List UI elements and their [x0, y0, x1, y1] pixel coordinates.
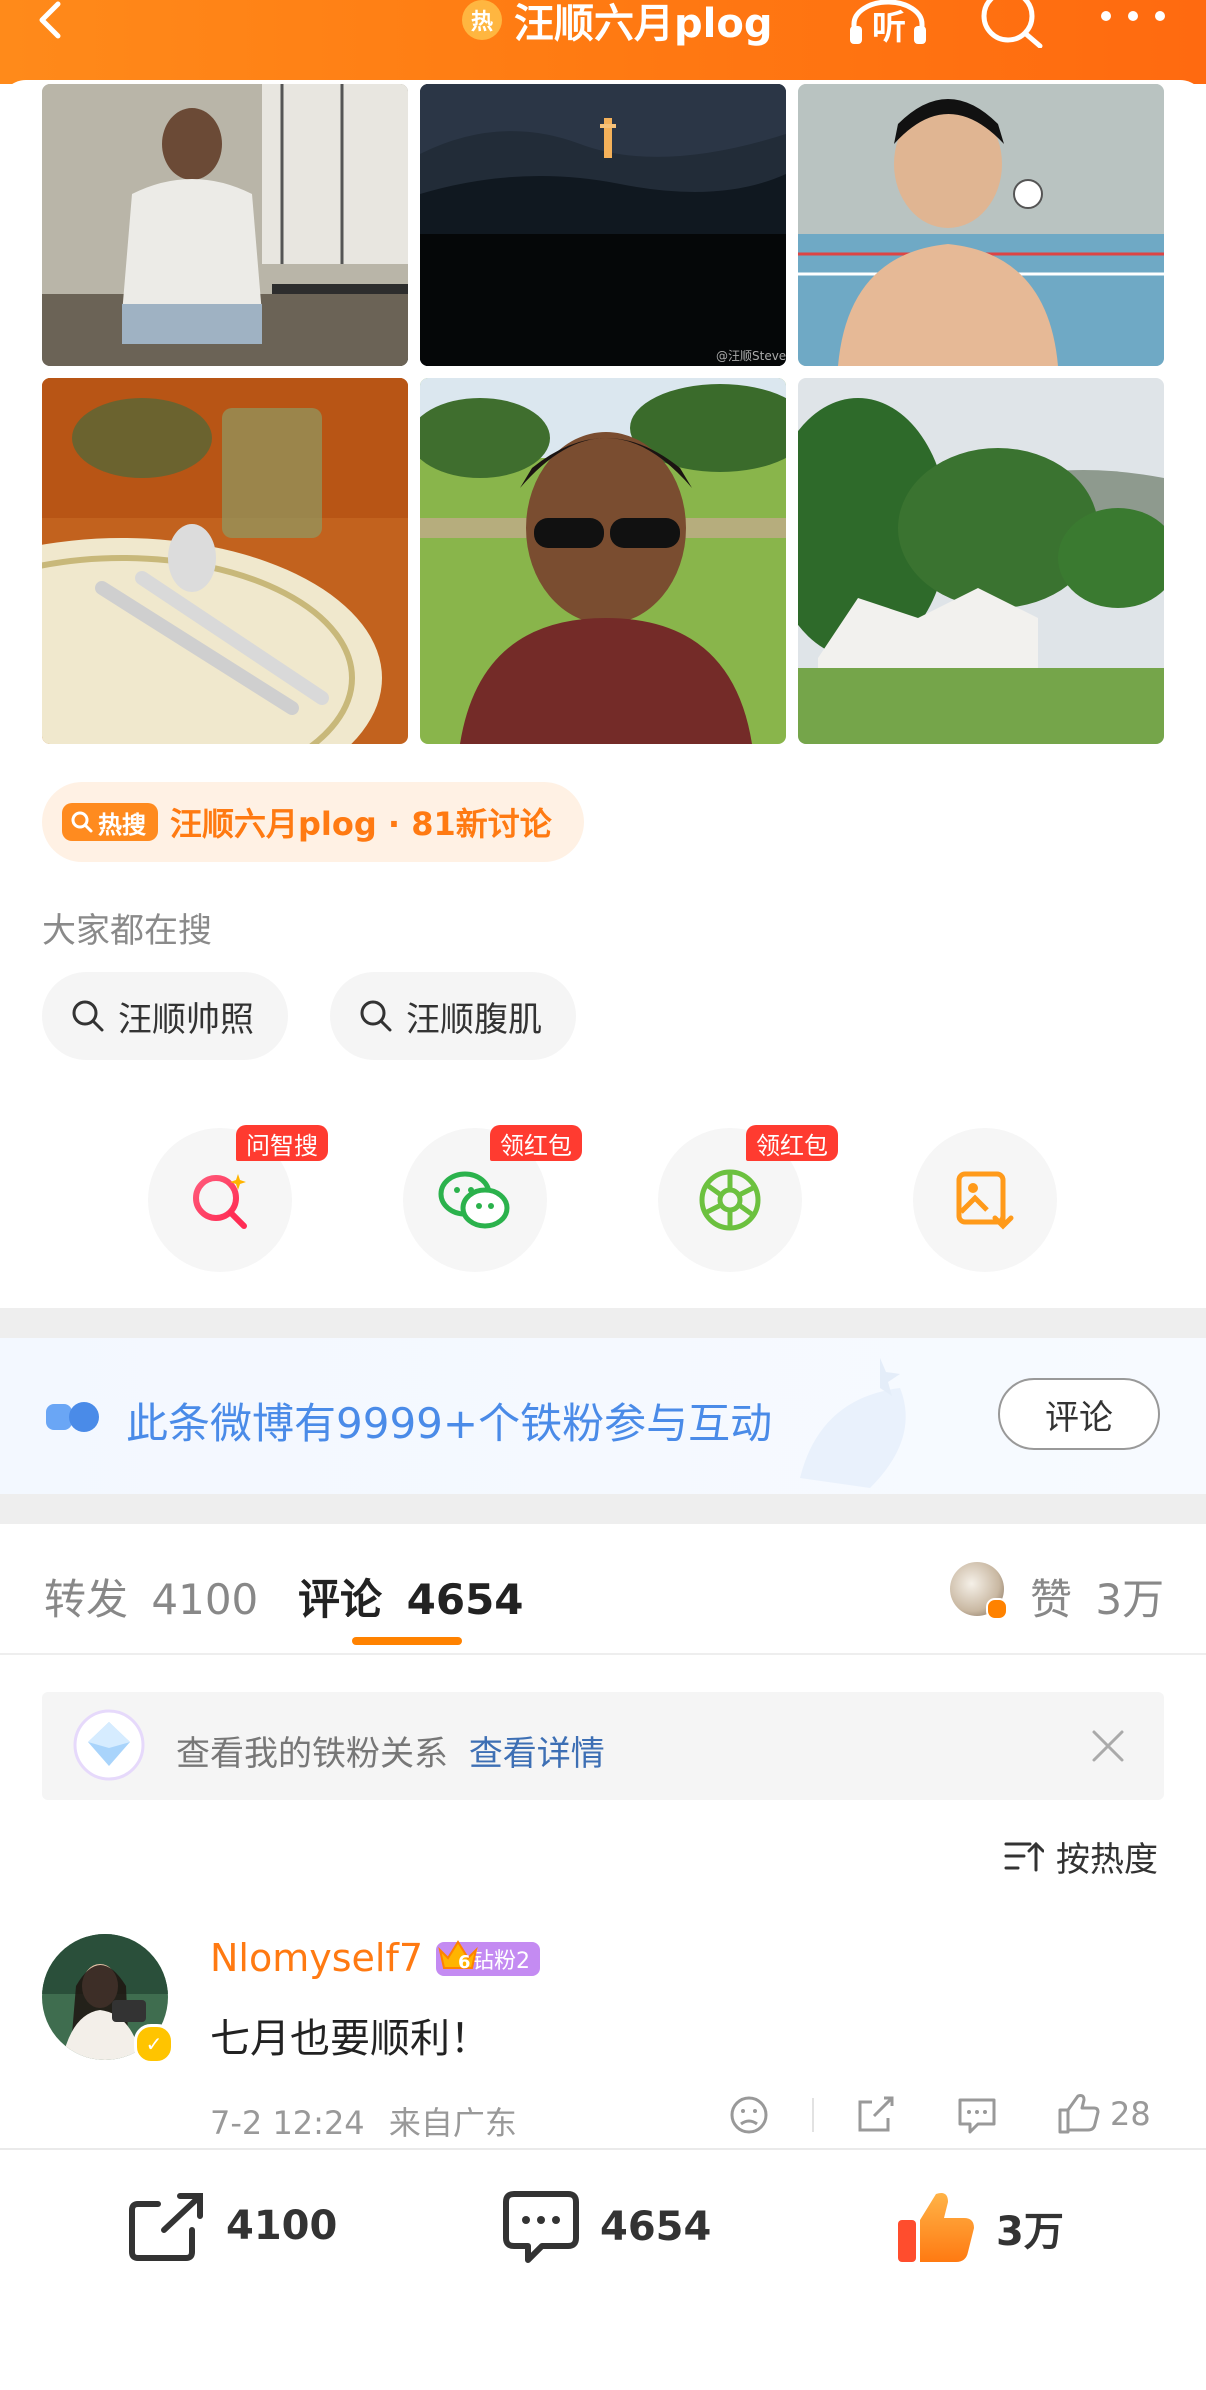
photo-3[interactable] [798, 84, 1164, 366]
ai-search-badge: 问智搜 [236, 1125, 328, 1161]
section-divider [0, 1308, 1206, 1338]
photo-1[interactable] [42, 84, 408, 366]
photo-6[interactable] [798, 378, 1164, 744]
save-image-icon [956, 1171, 1014, 1230]
listen-label: 听 [872, 8, 906, 48]
suggest-chip[interactable]: 汪顺帅照 [42, 972, 288, 1060]
like-button[interactable]: 3万 [896, 2190, 1064, 2266]
moments-share-badge: 领红包 [746, 1125, 838, 1161]
fan-level-badge: 6 钻粉2 [436, 1940, 540, 1978]
top-bar: 热 汪顺六月plog 听 [0, 0, 1206, 84]
more-icon[interactable] [1098, 8, 1168, 28]
banner-decoration [800, 1358, 906, 1488]
thumbs-up-icon [1058, 2094, 1100, 2134]
fan-icon [46, 1400, 102, 1438]
comment-icon [503, 2191, 579, 2263]
tab-like-label: 赞 [1030, 1575, 1073, 1624]
photo-2[interactable]: @汪顺Steve [420, 84, 786, 366]
save-image-button[interactable] [913, 1128, 1057, 1272]
hot-search-text: 汪顺六月plog · 81新讨论 [170, 805, 552, 843]
share-icon[interactable] [854, 2094, 896, 2140]
repost-count: 4100 [226, 2203, 338, 2249]
tab-like-count: 3万 [1095, 1575, 1165, 1624]
like-count: 3万 [996, 2209, 1064, 2255]
comment-meta: 7-2 12:24 来自广东 [210, 2098, 517, 2144]
hot-icon: 热 [462, 0, 502, 40]
dislike-icon[interactable] [728, 2094, 770, 2140]
comment-button[interactable]: 4654 [502, 2190, 711, 2264]
comment-like-button[interactable]: 28 [1056, 2092, 1151, 2136]
crown-level: 6 [458, 1952, 471, 1973]
comment-username[interactable]: Nlomyself7 [210, 1936, 423, 1980]
suggest-chip-label: 汪顺腹肌 [406, 999, 542, 1040]
section-divider [0, 1494, 1206, 1524]
liker-verified-icon [986, 1598, 1008, 1620]
comment-location: 来自广东 [388, 2104, 517, 2142]
back-icon[interactable] [30, 0, 74, 48]
suggest-chip-label: 汪顺帅照 [118, 999, 254, 1040]
tab-repost-count: 4100 [151, 1575, 259, 1624]
listen-button[interactable]: 听 [848, 0, 928, 48]
crown-icon: 6 [436, 1936, 480, 1980]
close-icon[interactable] [1090, 1728, 1126, 1768]
reply-icon[interactable] [956, 2094, 998, 2140]
meta-divider [812, 2098, 814, 2132]
tabs-divider [0, 1653, 1206, 1655]
comment-like-count: 28 [1110, 2095, 1151, 2133]
title-text: 汪顺六月plog [514, 1, 773, 47]
wechat-share-badge: 领红包 [490, 1125, 582, 1161]
page-title: 热 汪顺六月plog [462, 0, 772, 47]
comment-time: 7-2 12:24 [210, 2104, 365, 2142]
sort-icon [1004, 1841, 1044, 1871]
verified-icon: ✓ [134, 2024, 174, 2064]
thumbs-up-icon [898, 2193, 974, 2262]
diamond-icon [72, 1708, 146, 1786]
search-icon [71, 811, 93, 833]
hot-search-tag: 热搜 [62, 803, 158, 841]
tab-like[interactable]: 赞 3万 [1030, 1566, 1164, 1627]
sort-label: 按热度 [1056, 1840, 1158, 1880]
tab-repost-label: 转发 [44, 1575, 129, 1624]
ai-search-icon [193, 1174, 247, 1229]
banner-comment-button[interactable]: 评论 [998, 1378, 1160, 1450]
repost-icon [129, 2193, 203, 2261]
sort-button[interactable]: 按热度 [1004, 1832, 1158, 1881]
photo-5[interactable] [420, 378, 786, 744]
hot-search-link[interactable]: 热搜 汪顺六月plog · 81新讨论 [42, 782, 584, 862]
tab-active-indicator [352, 1637, 462, 1645]
bottom-bar [0, 2148, 1206, 2390]
tab-comment[interactable]: 评论 4654 [298, 1566, 524, 1627]
tab-repost[interactable]: 转发 4100 [44, 1566, 258, 1627]
tab-comment-count: 4654 [406, 1575, 524, 1624]
suggest-label: 大家都在搜 [42, 911, 212, 951]
search-icon[interactable] [978, 0, 1044, 52]
photo-watermark: @汪顺Steve [716, 349, 786, 363]
tab-comment-label: 评论 [298, 1575, 383, 1624]
repost-button[interactable]: 4100 [128, 2190, 337, 2262]
fan-banner-text: 此条微博有9999+个铁粉参与互动 [126, 1399, 773, 1448]
comment-count: 4654 [600, 2204, 712, 2250]
moments-icon [699, 1169, 761, 1231]
suggest-chip[interactable]: 汪顺腹肌 [330, 972, 576, 1060]
fan-relation-link[interactable]: 查看详情 [469, 1734, 605, 1774]
wechat-icon [438, 1171, 510, 1229]
fan-relation-text: 查看我的铁粉关系 查看详情 [176, 1726, 605, 1775]
photo-4[interactable] [42, 378, 408, 744]
hot-search-tag-label: 热搜 [98, 810, 146, 839]
fan-relation-label: 查看我的铁粉关系 [176, 1734, 448, 1774]
search-icon [72, 1000, 104, 1032]
comment-text: 七月也要顺利！ [210, 2016, 490, 2062]
search-icon [360, 1000, 392, 1032]
